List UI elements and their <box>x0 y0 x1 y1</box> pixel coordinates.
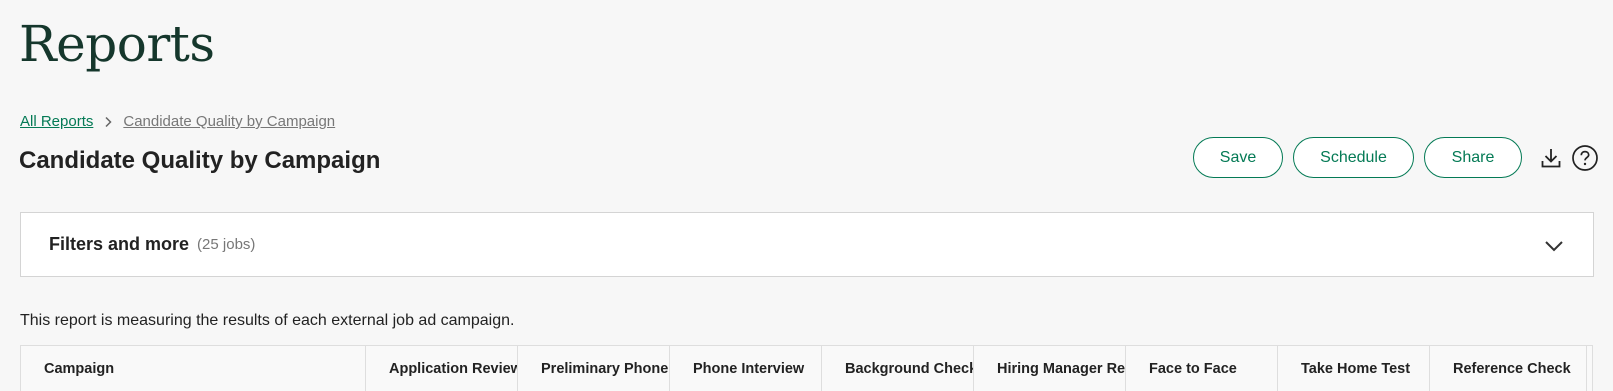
column-header-application-review[interactable]: Application Review <box>366 346 518 391</box>
filters-job-count: (25 jobs) <box>197 236 256 253</box>
page-title: Candidate Quality by Campaign <box>19 147 381 174</box>
help-circle-icon[interactable] <box>1570 143 1600 173</box>
column-header-take-home-test[interactable]: Take Home Test <box>1278 346 1430 391</box>
breadcrumb: All Reports Candidate Quality by Campaig… <box>20 113 335 130</box>
column-header-campaign[interactable]: Campaign <box>21 346 366 391</box>
app-title: Reports <box>19 15 215 73</box>
report-actions: Save Schedule Share <box>1193 137 1600 178</box>
table-header-filler <box>1587 346 1592 391</box>
column-header-phone-interview[interactable]: Phone Interview <box>670 346 822 391</box>
report-table-header: Campaign Application Review Preliminary … <box>20 345 1593 391</box>
column-header-hiring-manager-review[interactable]: Hiring Manager Review <box>974 346 1126 391</box>
breadcrumb-all-reports[interactable]: All Reports <box>20 113 93 130</box>
column-header-reference-check[interactable]: Reference Check <box>1430 346 1587 391</box>
chevron-down-icon[interactable] <box>1543 235 1565 257</box>
report-description: This report is measuring the results of … <box>20 312 515 329</box>
share-button[interactable]: Share <box>1424 137 1522 178</box>
column-header-face-to-face[interactable]: Face to Face <box>1126 346 1278 391</box>
column-header-preliminary-phone-screen[interactable]: Preliminary Phone Screen <box>518 346 670 391</box>
column-header-background-check[interactable]: Background Check <box>822 346 974 391</box>
filters-panel[interactable]: Filters and more (25 jobs) <box>20 212 1594 277</box>
chevron-right-icon <box>105 116 112 127</box>
breadcrumb-current[interactable]: Candidate Quality by Campaign <box>123 113 335 130</box>
schedule-button[interactable]: Schedule <box>1293 137 1414 178</box>
download-icon[interactable] <box>1536 143 1566 173</box>
filters-title: Filters and more <box>49 234 190 254</box>
save-button[interactable]: Save <box>1193 137 1283 178</box>
